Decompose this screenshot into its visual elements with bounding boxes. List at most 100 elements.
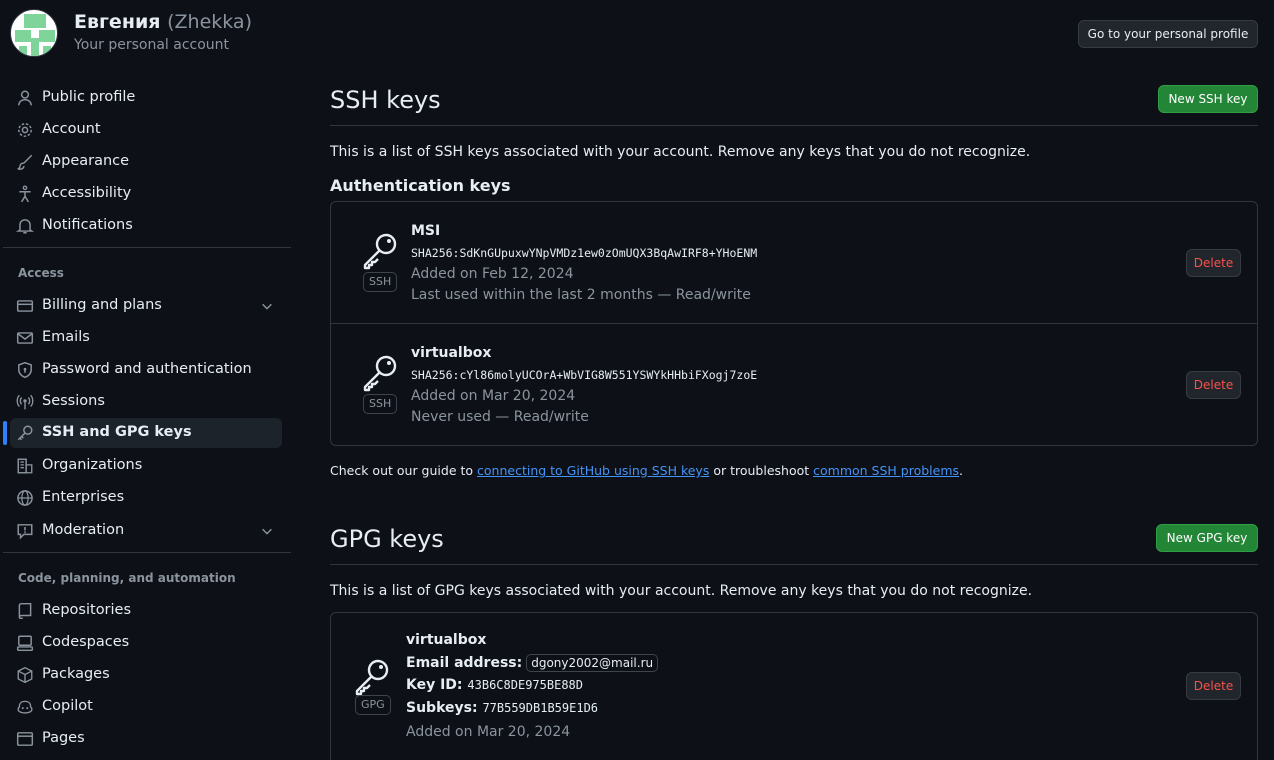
organization-icon: [17, 458, 33, 474]
ssh-key-name: virtualbox: [411, 345, 492, 361]
gpg-key-added-date: Added on Mar 20, 2024: [406, 724, 571, 740]
delete-ssh-key-button[interactable]: Delete: [1186, 371, 1241, 399]
ssh-key-added-date: Added on Mar 20, 2024: [411, 388, 576, 404]
sidebar-divider: [3, 552, 291, 553]
delete-ssh-key-button[interactable]: Delete: [1186, 249, 1241, 277]
codespaces-icon: [16, 635, 34, 652]
go-to-profile-button[interactable]: Go to your personal profile: [1078, 20, 1258, 48]
copilot-icon: [17, 700, 33, 714]
sidebar-item-label: Accessibility: [42, 185, 132, 201]
sidebar-item-label: SSH and GPG keys: [42, 424, 192, 440]
gear-icon: [18, 123, 32, 137]
gpg-key-name: virtualbox: [406, 632, 487, 648]
sidebar-item-billing[interactable]: Billing and plans: [10, 291, 282, 321]
shield-lock-icon: [18, 361, 32, 379]
chevron-down-icon[interactable]: [260, 524, 274, 538]
new-gpg-key-button[interactable]: New GPG key: [1156, 524, 1258, 552]
sidebar-item-label: Codespaces: [42, 634, 130, 650]
row-divider: [331, 323, 1257, 324]
sidebar-item-label: Copilot: [42, 698, 93, 714]
sidebar-item-pages[interactable]: Pages: [10, 724, 282, 754]
ssh-key-fingerprint: SHA256:SdKnGUpuxwYNpVMDz1ew0zOmUQX3BqAwI…: [411, 246, 758, 260]
sidebar-item-label: Sessions: [42, 393, 105, 409]
sidebar-item-label: Packages: [42, 666, 110, 682]
sidebar-item-label: Billing and plans: [42, 297, 162, 313]
accessibility-icon: [19, 185, 31, 203]
gpg-badge: GPG: [355, 695, 391, 715]
credit-card-icon: [16, 300, 34, 312]
sidebar-heading-access: Access: [18, 266, 64, 280]
chevron-down-icon[interactable]: [260, 299, 274, 313]
sidebar-item-moderation[interactable]: Moderation: [10, 516, 282, 546]
gpg-email-badge: dgony2002@mail.ru: [526, 654, 659, 672]
sidebar-item-copilot[interactable]: Copilot: [10, 692, 282, 722]
guide-prefix: Check out our guide to: [330, 463, 478, 478]
gpg-keys-list: GPG virtualbox Email address: dgony2002@m…: [330, 612, 1258, 760]
active-item-indicator: [3, 421, 7, 445]
guide-suffix: .: [959, 463, 964, 478]
sidebar-item-account[interactable]: Account: [10, 115, 282, 145]
ssh-badge: SSH: [363, 272, 398, 292]
ssh-key-usage: Never used — Read/write: [411, 409, 589, 425]
sidebar-item-label: Repositories: [42, 602, 132, 618]
ssh-keys-title: SSH keys: [330, 86, 441, 114]
sidebar-item-label: Password and authentication: [42, 361, 252, 377]
new-ssh-key-button[interactable]: New SSH key: [1158, 85, 1258, 113]
package-icon: [17, 666, 33, 684]
gpg-subkeys: 77B559DB1B59E1D6: [482, 701, 599, 715]
sidebar-item-label: Moderation: [42, 522, 125, 538]
ssh-keys-list: SSH MSI SHA256:SdKnGUpuxwYNpVMDz1ew0zOmU…: [330, 201, 1258, 446]
sidebar-item-sessions[interactable]: Sessions: [10, 387, 282, 417]
sidebar-item-packages[interactable]: Packages: [10, 660, 282, 690]
sidebar-item-notifications[interactable]: Notifications: [10, 211, 282, 241]
sidebar-item-password-authentication[interactable]: Password and authentication: [10, 355, 282, 385]
globe-icon: [17, 490, 33, 506]
gpg-keyid-line: Key ID: 43B6C8DE975BE88D: [406, 677, 583, 693]
report-icon: [17, 524, 33, 540]
sidebar-item-appearance[interactable]: Appearance: [10, 147, 282, 177]
subkeys-label: Subkeys:: [406, 700, 478, 716]
gpg-key-id: 43B6C8DE975BE88D: [467, 678, 583, 692]
ssh-key-name: MSI: [411, 223, 441, 239]
repo-icon: [18, 602, 32, 620]
ssh-key-added-date: Added on Feb 12, 2024: [411, 266, 574, 282]
section-divider: [330, 125, 1258, 126]
sidebar-item-enterprises[interactable]: Enterprises: [10, 483, 282, 513]
key-icon: [363, 233, 397, 270]
delete-gpg-key-button[interactable]: Delete: [1186, 672, 1241, 700]
sidebar-item-public-profile[interactable]: Public profile: [10, 83, 282, 113]
sidebar-item-label: Account: [42, 121, 101, 137]
sidebar-item-emails[interactable]: Emails: [10, 323, 282, 353]
sidebar-item-label: Notifications: [42, 217, 133, 233]
common-ssh-problems-link[interactable]: common SSH problems: [813, 463, 959, 478]
key-icon: [363, 355, 397, 392]
user-name: Евгения: [74, 11, 161, 33]
guide-middle: or troubleshoot: [709, 463, 814, 478]
account-header: Евгения (Zhekka) Your personal account G…: [0, 0, 1274, 66]
ssh-badge: SSH: [363, 394, 398, 414]
sidebar-heading-code: Code, planning, and automation: [18, 571, 236, 585]
sidebar-item-repositories[interactable]: Repositories: [10, 596, 282, 626]
avatar[interactable]: [10, 9, 58, 57]
connecting-ssh-guide-link[interactable]: connecting to GitHub using SSH keys: [477, 463, 709, 478]
mail-icon: [16, 332, 34, 344]
sidebar-item-label: Public profile: [42, 89, 136, 105]
sidebar-divider: [3, 247, 291, 248]
browser-icon: [16, 732, 34, 746]
sidebar-item-codespaces[interactable]: Codespaces: [10, 628, 282, 658]
keyid-label: Key ID:: [406, 677, 463, 693]
email-label: Email address:: [406, 655, 523, 671]
sidebar-item-ssh-gpg-keys[interactable]: SSH and GPG keys: [10, 418, 282, 448]
user-display-name: Евгения (Zhekka): [74, 11, 252, 33]
gpg-email-line: Email address: dgony2002@mail.ru: [406, 654, 659, 672]
ssh-description: This is a list of SSH keys associated wi…: [330, 144, 1031, 160]
sidebar-item-label: Appearance: [42, 153, 130, 169]
key-icon: [17, 425, 33, 441]
ssh-guide-text: Check out our guide to connecting to Git…: [330, 463, 963, 478]
gpg-keys-title: GPG keys: [330, 525, 444, 553]
sidebar-item-label: Enterprises: [42, 489, 125, 505]
bell-icon: [16, 219, 34, 234]
sidebar-item-organizations[interactable]: Organizations: [10, 451, 282, 481]
ssh-key-fingerprint: SHA256:cYl86molyUCOrA+WbVIG8W551YSWYkHHb…: [411, 368, 758, 382]
sidebar-item-accessibility[interactable]: Accessibility: [10, 179, 282, 209]
